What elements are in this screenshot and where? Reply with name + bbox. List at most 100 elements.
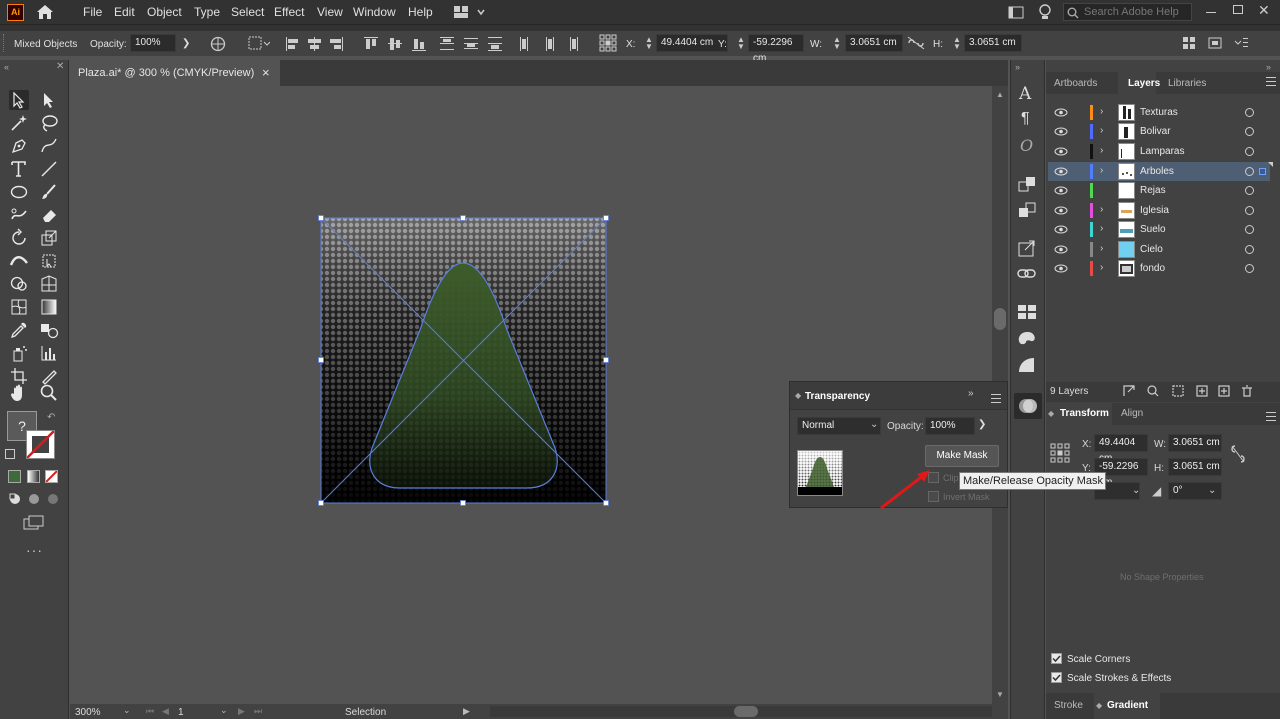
column-graph-tool-icon[interactable] <box>39 343 59 363</box>
menu-effect[interactable]: Effect <box>274 5 304 19</box>
panel-expand-icon[interactable]: » <box>968 388 974 399</box>
tools-panel-close-icon[interactable]: ✕ <box>56 61 64 72</box>
gradient-mode-icon[interactable] <box>27 470 40 483</box>
expand-layer-icon[interactable]: › <box>1100 165 1103 176</box>
selection-handle[interactable] <box>603 500 609 506</box>
object-thumbnail[interactable] <box>797 450 843 496</box>
ellipse-tool-icon[interactable] <box>9 182 29 202</box>
layer-name[interactable]: Iglesia <box>1140 205 1169 216</box>
direct-selection-tool-icon[interactable] <box>39 90 59 110</box>
h-stepper[interactable]: ▲ ▼ <box>953 36 961 51</box>
rotate-tool-icon[interactable] <box>9 228 29 248</box>
expand-layer-icon[interactable]: › <box>1100 243 1103 254</box>
transform-panel-menu-icon[interactable] <box>1266 411 1276 421</box>
w-input[interactable]: 3.0651 cm <box>845 34 903 52</box>
layer-name[interactable]: Suelo <box>1140 224 1166 235</box>
artboard-dropdown-icon[interactable]: ⌄ <box>220 705 228 716</box>
selected-art-indicator[interactable] <box>1259 168 1266 175</box>
appearance-panel-icon[interactable] <box>1017 356 1037 374</box>
w-stepper[interactable]: ▲ ▼ <box>833 36 841 51</box>
constrain-proportions-icon[interactable] <box>907 36 925 50</box>
none-mode-icon[interactable] <box>45 470 58 483</box>
selection-handle[interactable] <box>318 357 324 363</box>
transparency-menu-icon[interactable] <box>991 393 1001 403</box>
arrange-documents-icon[interactable] <box>1008 6 1024 19</box>
opentype-panel-icon[interactable]: O <box>1020 136 1033 155</box>
screen-mode-icon[interactable] <box>23 515 45 531</box>
free-transform-tool-icon[interactable] <box>39 251 59 271</box>
color-mode-icon[interactable] <box>8 470 21 483</box>
shape-builder-tool-icon[interactable] <box>9 274 29 294</box>
tab-transform[interactable]: Transform <box>1060 408 1109 419</box>
scale-strokes-checkbox[interactable] <box>1051 672 1062 683</box>
visibility-eye-icon[interactable] <box>1054 264 1068 273</box>
selection-handle[interactable] <box>603 357 609 363</box>
tab-gradient[interactable]: Gradient <box>1107 700 1148 711</box>
transparency-collapse-icon[interactable]: ◆ <box>795 391 801 400</box>
draw-normal-icon[interactable] <box>8 492 60 506</box>
zoom-dropdown-icon[interactable]: ⌄ <box>123 705 131 716</box>
visibility-eye-icon[interactable] <box>1054 206 1068 215</box>
visibility-eye-icon[interactable] <box>1054 167 1068 176</box>
lightbulb-icon[interactable] <box>1038 4 1052 21</box>
blend-tool-icon[interactable] <box>39 320 59 340</box>
opacity-input[interactable]: 100% <box>130 34 176 52</box>
transform-x-input[interactable]: 49.4404 cm <box>1094 434 1148 464</box>
transform-w-input[interactable]: 3.0651 cm <box>1168 434 1222 452</box>
selection-tool-icon[interactable] <box>9 90 29 110</box>
make-mask-button[interactable]: Make Mask <box>925 445 999 467</box>
selection-handle[interactable] <box>318 215 324 221</box>
layer-name[interactable]: Texturas <box>1140 107 1178 118</box>
swap-fill-stroke-icon[interactable]: ↶ <box>47 412 55 423</box>
opacity-slider-arrow-icon[interactable]: ❯ <box>978 419 986 430</box>
transparency-opacity-input[interactable]: 100% <box>925 417 975 435</box>
expand-layer-icon[interactable]: › <box>1100 106 1103 117</box>
collapse-tools-icon[interactable]: « <box>4 62 9 72</box>
transform-reference-point-icon[interactable] <box>1050 443 1070 463</box>
expand-layer-icon[interactable]: › <box>1100 223 1103 234</box>
transform-collapse-icon[interactable]: ◆ <box>1048 409 1054 418</box>
opacity-dropdown-arrow[interactable]: ❯ <box>182 38 190 49</box>
mesh-tool-icon[interactable] <box>9 297 29 317</box>
scroll-up-icon[interactable]: ▲ <box>996 90 1004 99</box>
x-stepper[interactable]: ▲ ▼ <box>645 36 653 51</box>
color-guide-icon[interactable] <box>1017 330 1037 348</box>
artboard-number[interactable]: 1 <box>178 707 184 718</box>
hand-tool-icon[interactable] <box>9 383 29 403</box>
layer-row-lamparas[interactable]: › Lamparas <box>1048 142 1270 161</box>
align-to-icon[interactable] <box>248 36 270 50</box>
zoom-tool-icon[interactable] <box>39 383 59 403</box>
transform-icon[interactable] <box>1183 37 1195 49</box>
layer-target-icon[interactable] <box>1245 167 1254 176</box>
layer-target-icon[interactable] <box>1245 186 1254 195</box>
eyedropper-tool-icon[interactable] <box>9 320 29 340</box>
restore-button[interactable] <box>1233 5 1243 14</box>
vertical-scroll-thumb[interactable] <box>994 308 1006 330</box>
eraser-tool-icon[interactable] <box>39 205 59 225</box>
layer-name[interactable]: Rejas <box>1140 185 1166 196</box>
scroll-down-icon[interactable]: ▼ <box>996 690 1004 699</box>
next-artboard-icon[interactable]: ▶ <box>238 706 245 717</box>
expand-layer-icon[interactable]: › <box>1100 262 1103 273</box>
layer-name[interactable]: Arboles <box>1140 166 1174 177</box>
expand-layer-icon[interactable]: › <box>1100 145 1103 156</box>
selection-handle[interactable] <box>603 215 609 221</box>
blend-mode-select[interactable]: Normal <box>797 417 881 435</box>
first-artboard-icon[interactable]: ⏮ <box>146 706 154 717</box>
expand-layer-icon[interactable]: › <box>1100 204 1103 215</box>
width-tool-icon[interactable] <box>9 251 29 271</box>
perspective-grid-tool-icon[interactable] <box>39 274 59 294</box>
tab-layers[interactable]: Layers <box>1128 78 1160 89</box>
layer-target-icon[interactable] <box>1245 108 1254 117</box>
layer-name[interactable]: Cielo <box>1140 244 1163 255</box>
blend-mode-dropdown-icon[interactable]: ⌄ <box>870 419 878 430</box>
tab-artboards[interactable]: Artboards <box>1054 78 1097 89</box>
menu-help[interactable]: Help <box>408 5 433 19</box>
transform-h-input[interactable]: 3.0651 cm <box>1168 458 1222 476</box>
stroke-swatch-none-icon[interactable] <box>26 430 55 459</box>
layer-name[interactable]: fondo <box>1140 263 1165 274</box>
visibility-eye-icon[interactable] <box>1054 245 1068 254</box>
menu-file[interactable]: File <box>83 5 102 19</box>
symbols-panel-icon[interactable] <box>1017 202 1037 220</box>
links-panel-icon[interactable] <box>1017 267 1037 281</box>
